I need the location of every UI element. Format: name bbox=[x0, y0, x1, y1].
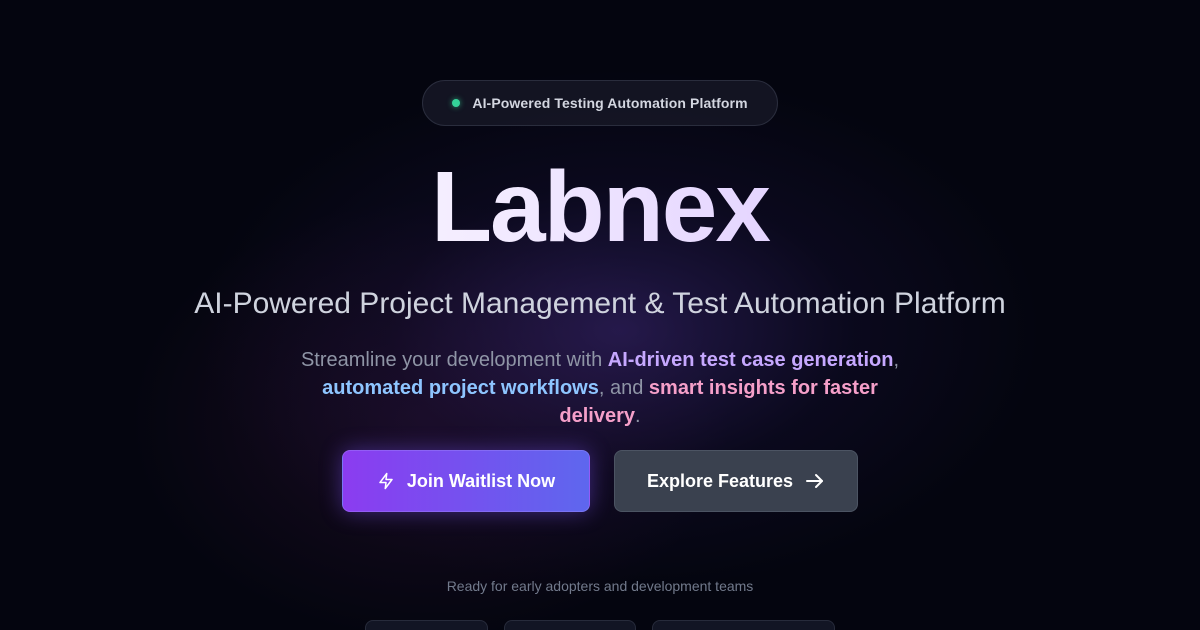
join-waitlist-button[interactable]: Join Waitlist Now bbox=[342, 450, 590, 512]
trust-chip bbox=[504, 620, 636, 630]
highlight-workflows: automated project workflows bbox=[322, 377, 599, 399]
description-separator: , bbox=[893, 349, 900, 371]
explore-features-button[interactable]: Explore Features bbox=[614, 450, 858, 512]
arrow-right-icon bbox=[805, 473, 825, 489]
explore-features-label: Explore Features bbox=[646, 470, 794, 491]
platform-badge: AI-Powered Testing Automation Platform bbox=[422, 80, 778, 126]
status-dot-icon bbox=[452, 99, 461, 107]
hero-description: Streamline your development with AI-driv… bbox=[300, 346, 900, 430]
description-text-2: , and bbox=[598, 377, 649, 399]
page-subtitle: AI-Powered Project Management & Test Aut… bbox=[194, 287, 1006, 320]
page-title: Labnex bbox=[0, 152, 1200, 262]
badge-label: AI-Powered Testing Automation Platform bbox=[472, 95, 748, 111]
description-end: . bbox=[635, 405, 641, 427]
highlight-test-generation: AI-driven test case generation bbox=[607, 349, 894, 371]
join-waitlist-label: Join Waitlist Now bbox=[406, 470, 556, 491]
description-text: Streamline your development with bbox=[300, 349, 608, 371]
trust-chip bbox=[365, 620, 488, 630]
lightning-icon bbox=[377, 472, 395, 490]
trust-chip bbox=[652, 620, 835, 630]
early-adopters-note: Ready for early adopters and development… bbox=[446, 578, 754, 594]
hero-section: AI-Powered Testing Automation Platform L… bbox=[0, 0, 1200, 630]
